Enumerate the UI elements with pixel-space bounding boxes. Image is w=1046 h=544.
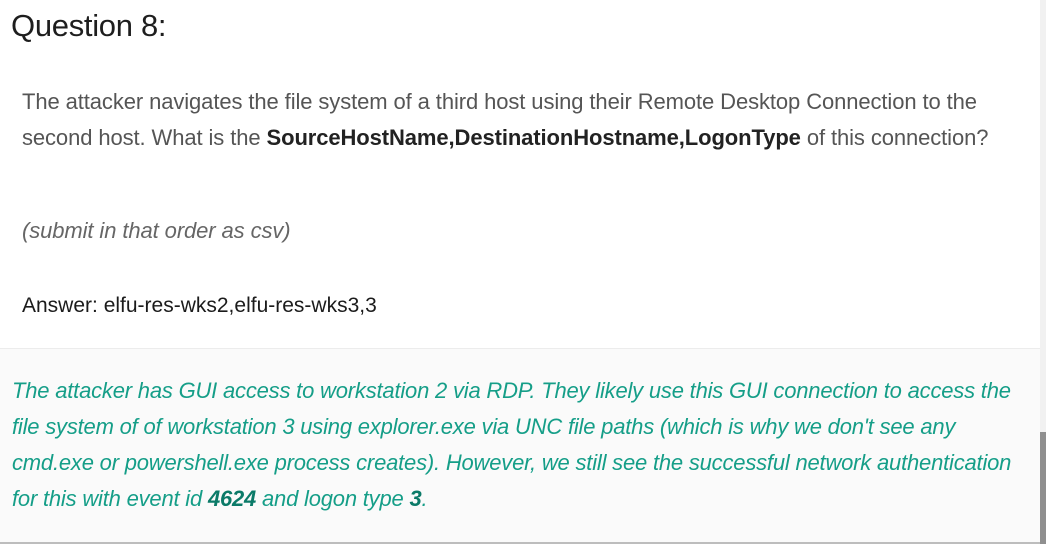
- question-text-part2: of this connection?: [800, 125, 989, 150]
- explanation-part3: .: [421, 486, 428, 511]
- explanation-part2: and logon type: [256, 486, 410, 511]
- question-answer: Answer: elfu-res-wks2,elfu-res-wks3,3: [22, 294, 377, 317]
- question-text: The attacker navigates the file system o…: [22, 84, 1022, 156]
- scrollbar-thumb[interactable]: [1040, 432, 1046, 544]
- question-title: Question 8:: [11, 8, 167, 43]
- explanation-event-id: 4624: [207, 486, 257, 511]
- question-text-bold: SourceHostName,DestinationHostname,Logon…: [266, 125, 801, 150]
- explanation-text: The attacker has GUI access to workstati…: [12, 373, 1022, 517]
- explanation-part1: The attacker has GUI access to workstati…: [12, 378, 1012, 511]
- page: Question 8: The attacker navigates the f…: [0, 0, 1046, 544]
- explanation-logon-type: 3: [409, 486, 422, 511]
- question-note: (submit in that order as csv): [22, 218, 291, 243]
